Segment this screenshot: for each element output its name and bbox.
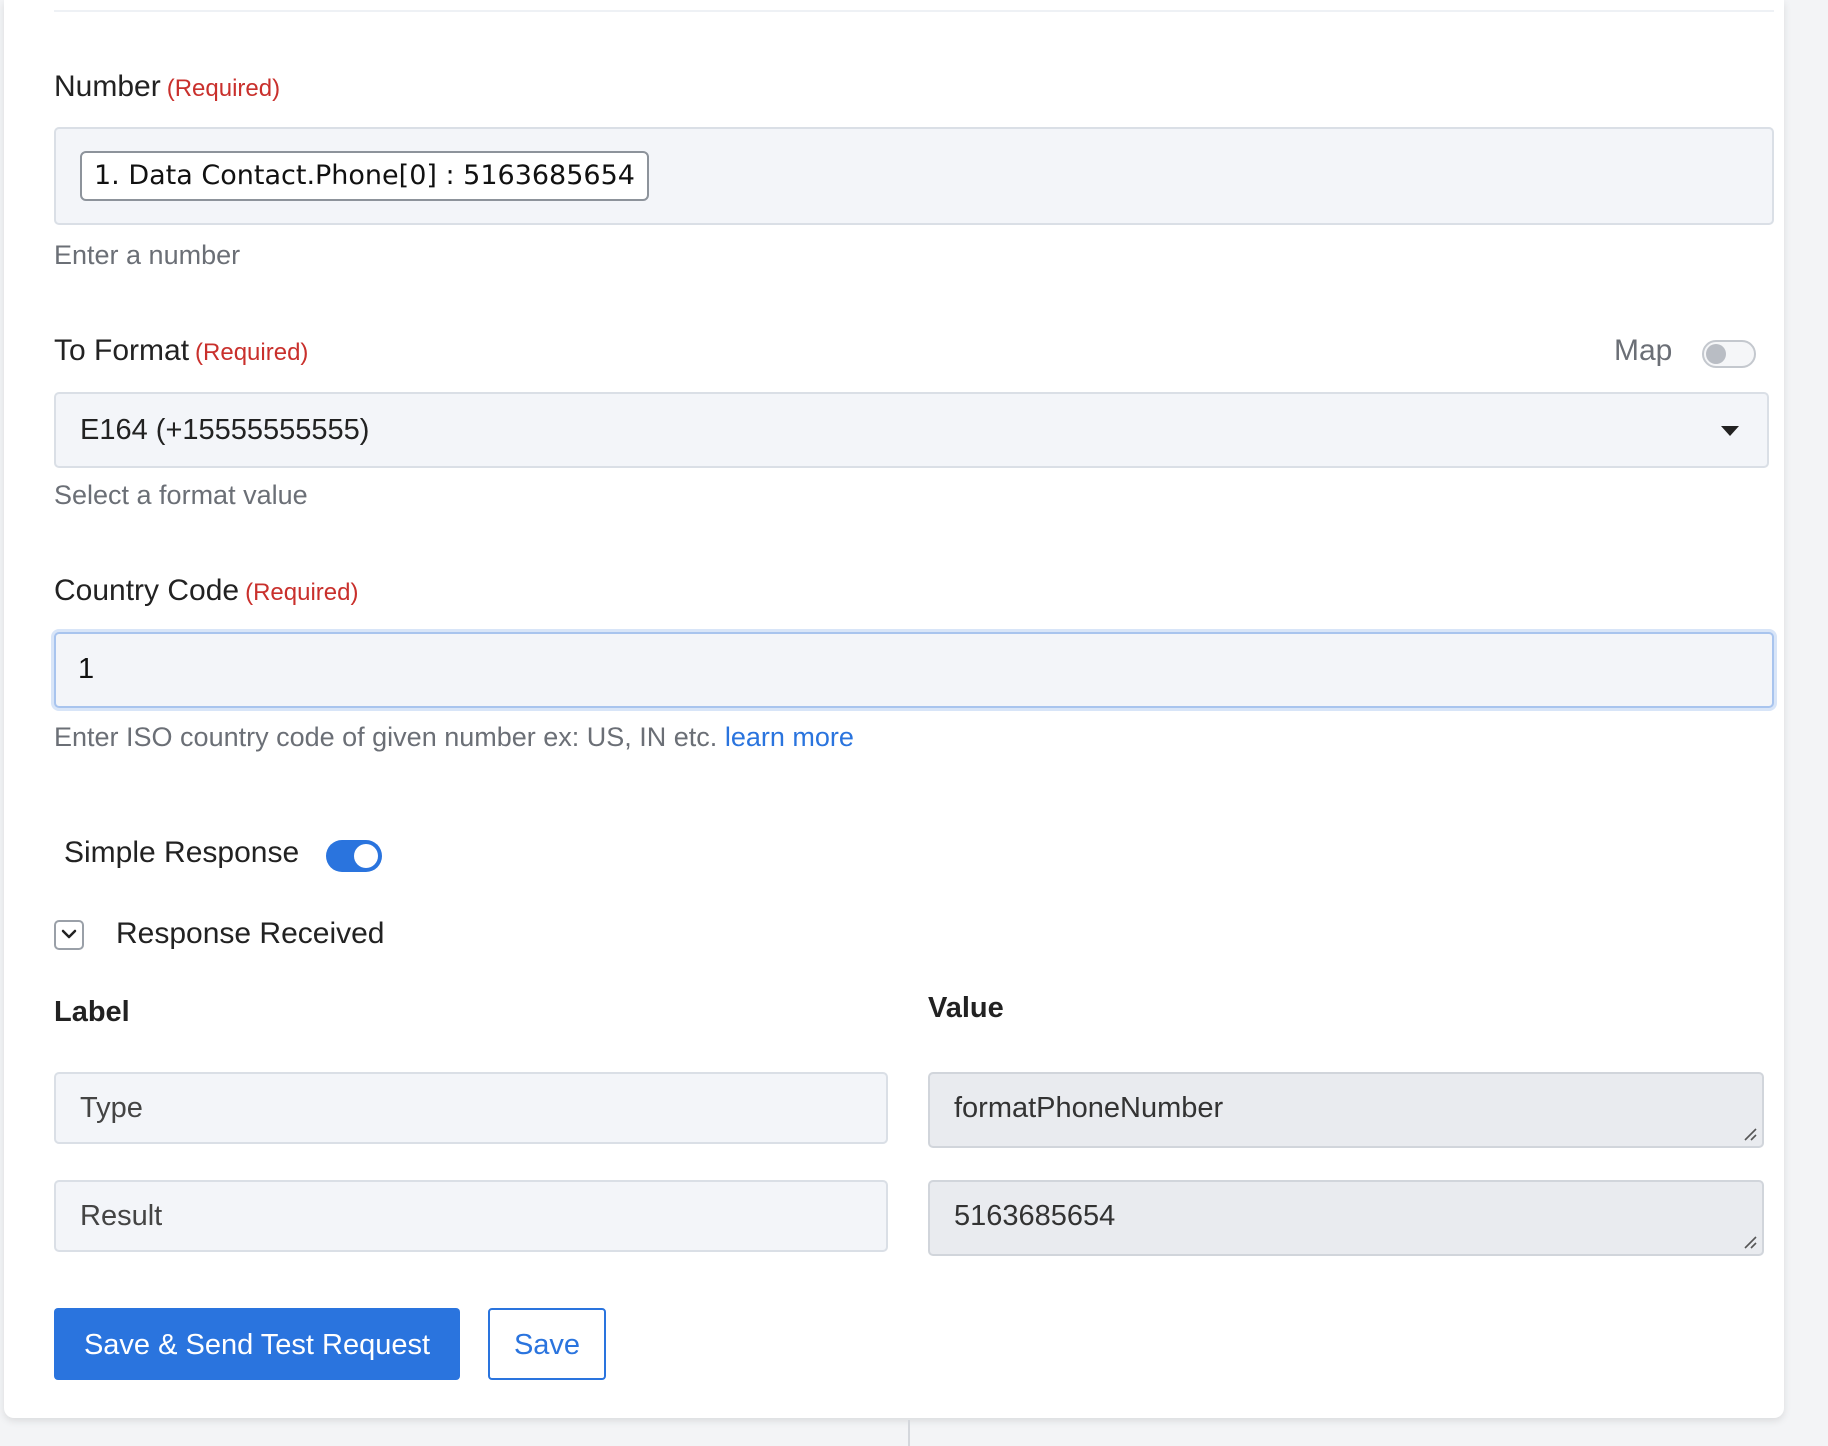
format-label-text: To Format — [54, 334, 190, 367]
response-label-type: Type — [54, 1072, 888, 1144]
format-select-value: E164 (+15555555555) — [80, 414, 370, 446]
number-label: Number (Required) — [54, 70, 280, 104]
response-value-type[interactable]: formatPhoneNumber — [928, 1072, 1764, 1148]
collapse-toggle[interactable] — [54, 920, 84, 950]
country-help-text: Enter ISO country code of given number e… — [54, 722, 854, 753]
number-required-badge: (Required) — [166, 75, 281, 102]
country-label: Country Code (Required) — [54, 574, 359, 608]
country-label-text: Country Code — [54, 574, 240, 607]
response-label-result: Result — [54, 1180, 888, 1252]
number-input[interactable]: 1. Data Contact.Phone[0] : 5163685654 — [54, 127, 1774, 225]
form-card: Number (Required) 1. Data Contact.Phone[0… — [4, 0, 1784, 1418]
map-label: Map — [1614, 334, 1673, 367]
resize-grip-icon[interactable] — [1742, 1234, 1758, 1250]
top-divider — [54, 10, 1774, 12]
number-help-text: Enter a number — [54, 240, 241, 270]
format-required-badge: (Required) — [195, 339, 309, 366]
country-required-badge: (Required) — [245, 579, 359, 606]
country-code-input[interactable]: 1 — [54, 632, 1774, 708]
country-code-value: 1 — [78, 653, 95, 685]
page: Number (Required) 1. Data Contact.Phone[0… — [0, 0, 1828, 1446]
simple-response-label: Simple Response — [64, 836, 300, 869]
number-label-text: Number — [54, 70, 161, 103]
country-help-body: Enter ISO country code of given number e… — [54, 722, 718, 752]
map-toggle-knob — [1706, 344, 1726, 364]
caret-down-icon — [1721, 426, 1739, 436]
column-divider — [908, 1420, 910, 1446]
simple-response-toggle-knob — [354, 844, 378, 868]
mapped-field-chip[interactable]: 1. Data Contact.Phone[0] : 5163685654 — [80, 151, 649, 201]
format-help-text: Select a format value — [54, 480, 308, 510]
format-select[interactable]: E164 (+15555555555) — [54, 392, 1769, 468]
response-value-result-text: 5163685654 — [954, 1200, 1116, 1232]
response-value-result[interactable]: 5163685654 — [928, 1180, 1764, 1256]
simple-response-toggle[interactable] — [326, 840, 382, 872]
chevron-down-icon — [61, 929, 77, 939]
map-toggle[interactable] — [1702, 340, 1756, 368]
response-received-label: Response Received — [116, 917, 385, 950]
save-button[interactable]: Save — [488, 1308, 606, 1380]
label-column-header: Label — [54, 996, 130, 1028]
response-value-type-text: formatPhoneNumber — [954, 1092, 1224, 1124]
format-label: To Format (Required) — [54, 334, 308, 368]
save-and-send-test-request-button[interactable]: Save & Send Test Request — [54, 1308, 460, 1380]
resize-grip-icon[interactable] — [1742, 1126, 1758, 1142]
value-column-header: Value — [928, 992, 1004, 1024]
learn-more-link[interactable]: learn more — [725, 722, 854, 752]
